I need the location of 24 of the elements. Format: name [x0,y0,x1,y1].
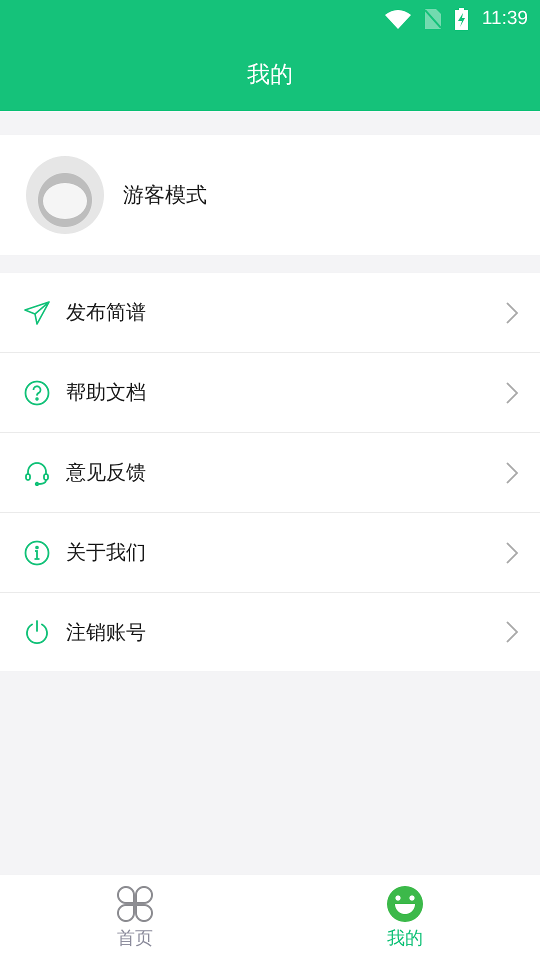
chevron-right-icon [506,542,518,564]
info-icon [24,540,50,566]
menu-item[interactable]: 意见反馈 [0,433,540,513]
paper-plane-icon [24,300,50,326]
avatar[interactable] [26,156,104,234]
chevron-right-icon [506,382,518,404]
menu-item[interactable]: 发布简谱 [0,273,540,353]
guest-mode-label[interactable]: 游客模式 [123,181,207,209]
grid-icon [117,886,153,922]
menu-item[interactable]: 注销账号 [0,593,540,671]
chevron-right-icon [506,302,518,324]
menu-item[interactable]: 帮助文档 [0,353,540,433]
wifi-icon [384,9,411,29]
menu-item[interactable]: 关于我们 [0,513,540,593]
status-time: 11:39 [482,8,528,30]
help-icon [24,380,50,406]
headset-icon [24,460,50,486]
battery-charging-icon [454,8,468,30]
page-title: 我的 [247,61,293,90]
chevron-right-icon [506,621,518,643]
no-sim-icon [424,9,441,29]
chevron-right-icon [506,462,518,484]
power-icon [24,619,50,645]
smiley-icon [387,886,423,922]
